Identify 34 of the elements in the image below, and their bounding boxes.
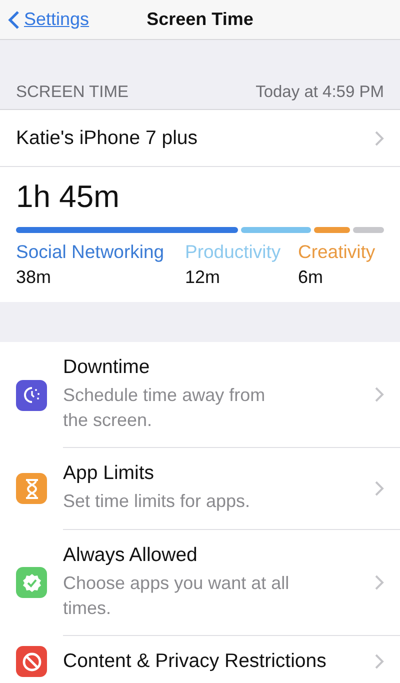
back-chevron-icon: [8, 10, 20, 30]
option-row[interactable]: Downtime Schedule time away from the screen.: [0, 342, 400, 448]
category-name: Social Networking: [16, 241, 166, 263]
category-name: Productivity: [185, 241, 282, 263]
device-row[interactable]: Katie's iPhone 7 plus: [0, 110, 400, 167]
option-description: Choose apps you want at all times.: [63, 572, 290, 620]
option-description: Set time limits for apps.: [63, 490, 252, 514]
option-row[interactable]: App Limits Set time limits for apps.: [0, 448, 400, 530]
option-title: Content & Privacy Restrictions: [63, 650, 328, 673]
category-name: Creativity: [298, 241, 376, 263]
moon-clock-icon: [22, 386, 40, 404]
chevron-icon: [375, 480, 384, 496]
chevron-icon: [375, 574, 384, 590]
option-title: App Limits: [63, 462, 156, 486]
option-title: Always Allowed: [63, 544, 198, 567]
updated-time: Today at 4:59 PM: [256, 82, 384, 102]
category-time: 38m: [16, 267, 52, 288]
category-time: 6m: [298, 267, 324, 288]
back-link[interactable]: Settings: [0, 9, 90, 30]
prohibited-icon: [22, 652, 42, 672]
section-header: SCREEN TIME: [16, 82, 128, 102]
screen-title: Screen Time: [146, 9, 254, 29]
total-time: 1h 45m: [16, 179, 120, 215]
option-row[interactable]: Always Allowed Choose apps you want at all times.: [0, 530, 400, 636]
chevron-icon: [375, 654, 384, 669]
category-time: 12m: [185, 267, 222, 288]
check-badge-icon: [22, 572, 42, 593]
option-title: Downtime: [63, 356, 151, 379]
option-row[interactable]: Content & Privacy Restrictions: [0, 636, 400, 683]
chevron-icon: [375, 387, 384, 402]
chevron-icon: [375, 130, 384, 146]
option-description: Schedule time away from the screen.: [63, 384, 266, 432]
hourglass-icon: [24, 478, 38, 499]
device-name: Katie's iPhone 7 plus: [16, 126, 198, 150]
